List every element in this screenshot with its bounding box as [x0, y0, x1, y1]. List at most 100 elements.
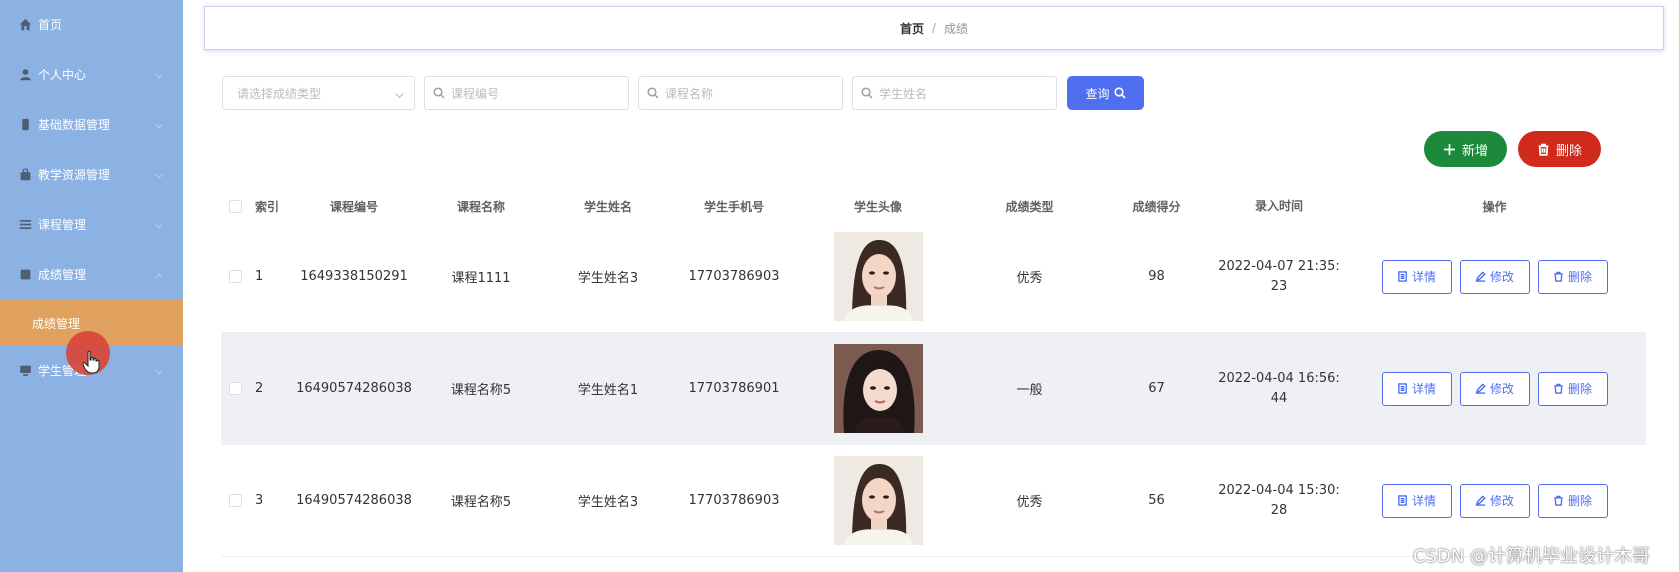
grade-type-select[interactable]: 请选择成绩类型	[222, 76, 415, 110]
document-icon	[1398, 383, 1407, 394]
cell-type: 优秀	[1016, 271, 1043, 286]
table-header: 索引 课程编号 课程名称 学生姓名 学生手机号 学生头像 成绩类型 成绩得分 录…	[221, 191, 1646, 221]
document-icon	[1398, 495, 1407, 506]
cell-phone: 17703786903	[688, 493, 780, 508]
edit-button[interactable]: 修改	[1459, 259, 1530, 294]
document-icon	[1398, 271, 1407, 282]
breadcrumb-current: 成绩	[944, 21, 969, 36]
batch-delete-button[interactable]: 删除	[1518, 131, 1601, 167]
edit-label: 修改	[1489, 494, 1514, 508]
home-icon	[18, 18, 32, 32]
add-label: 新增	[1461, 143, 1488, 159]
edit-button[interactable]: 修改	[1459, 483, 1530, 518]
sidebar-item-course[interactable]: 课程管理	[0, 200, 183, 250]
search-icon	[433, 87, 445, 99]
sidebar-item-profile[interactable]: 个人中心	[0, 50, 183, 100]
cell-time-line2: 23	[1270, 278, 1288, 294]
cell-time: 2022-04-04 16:56: 44	[1215, 369, 1343, 409]
cell-time-line1: 2022-04-04 16:56:	[1218, 370, 1340, 386]
trash-icon	[1554, 495, 1563, 506]
search-icon	[861, 87, 873, 99]
detail-button[interactable]: 详情	[1381, 483, 1452, 518]
cell-time: 2022-04-07 21:35: 23	[1215, 257, 1343, 297]
delete-button[interactable]: 删除	[1537, 371, 1608, 406]
row-actions: 详情 修改 删除	[1343, 483, 1646, 518]
chevron-down-icon	[155, 169, 163, 179]
detail-label: 详情	[1411, 494, 1436, 508]
course-name-placeholder: 课程名称	[665, 86, 714, 101]
breadcrumb-separator: /	[931, 21, 937, 35]
cell-index: 3	[255, 493, 264, 508]
cell-time-line1: 2022-04-04 15:30:	[1218, 482, 1340, 498]
sidebar-item-label: 首页	[38, 18, 63, 32]
cell-type: 优秀	[1016, 495, 1043, 510]
sidebar-item-label: 成绩管理	[38, 268, 87, 282]
add-button[interactable]: 新增	[1424, 131, 1507, 167]
col-header-phone: 学生手机号	[703, 199, 764, 214]
chevron-down-icon	[155, 119, 163, 129]
cell-code: 16490574286038	[296, 381, 412, 396]
table-row: 2 16490574286038 课程名称5 学生姓名1 17703786901…	[221, 333, 1646, 445]
plus-icon	[1444, 143, 1455, 155]
chevron-up-icon	[155, 269, 163, 279]
edit-icon	[1475, 383, 1486, 394]
student-name-input[interactable]: 学生姓名	[852, 76, 1057, 110]
cell-student: 学生姓名3	[577, 271, 639, 286]
student-name-placeholder: 学生姓名	[879, 86, 928, 101]
course-code-input[interactable]: 课程编号	[424, 76, 629, 110]
report-icon	[18, 268, 32, 282]
sidebar-item-home[interactable]: 首页	[0, 0, 183, 50]
chevron-down-icon	[155, 365, 163, 375]
watermark: CSDN @计算机毕业设计木哥	[1413, 546, 1651, 567]
search-icon	[1113, 87, 1126, 99]
sidebar-item-teaching-resources[interactable]: 教学资源管理	[0, 150, 183, 200]
grades-table: 索引 课程编号 课程名称 学生姓名 学生手机号 学生头像 成绩类型 成绩得分 录…	[221, 191, 1646, 557]
row-actions: 详情 修改 删除	[1343, 371, 1646, 406]
edit-label: 修改	[1489, 382, 1514, 396]
row-actions: 详情 修改 删除	[1343, 259, 1646, 294]
delete-label: 删除	[1567, 494, 1592, 508]
col-header-time: 录入时间	[1254, 199, 1303, 213]
edit-button[interactable]: 修改	[1459, 371, 1530, 406]
trash-icon	[1554, 271, 1563, 282]
breadcrumb: 首页 / 成绩	[204, 6, 1664, 50]
sidebar-item-label: 教学资源管理	[38, 168, 111, 182]
cell-score: 56	[1148, 493, 1165, 508]
select-all-checkbox[interactable]	[221, 199, 249, 213]
chevron-down-icon	[155, 69, 163, 79]
cell-student: 学生姓名3	[577, 495, 639, 510]
detail-button[interactable]: 详情	[1381, 371, 1452, 406]
course-code-placeholder: 课程编号	[451, 86, 500, 101]
cell-index: 2	[255, 381, 264, 396]
sidebar-item-grades[interactable]: 成绩管理	[0, 250, 183, 300]
grade-type-placeholder: 请选择成绩类型	[237, 86, 322, 101]
detail-button[interactable]: 详情	[1381, 259, 1452, 294]
cell-avatar	[795, 232, 961, 321]
delete-button[interactable]: 删除	[1537, 259, 1608, 294]
delete-button[interactable]: 删除	[1537, 483, 1608, 518]
row-checkbox[interactable]	[221, 382, 249, 395]
search-icon	[647, 87, 659, 99]
cell-time: 2022-04-04 15:30: 28	[1215, 481, 1343, 521]
list-icon	[18, 218, 32, 232]
sidebar-subitem-label: 成绩管理	[32, 316, 81, 331]
sidebar-item-basic-data[interactable]: 基础数据管理	[0, 100, 183, 150]
table-row: 3 16490574286038 课程名称5 学生姓名3 17703786903…	[221, 445, 1646, 557]
col-header-avatar: 学生头像	[853, 199, 902, 214]
cell-code: 16490574286038	[296, 493, 412, 508]
cell-avatar	[795, 456, 961, 545]
row-checkbox[interactable]	[221, 270, 249, 283]
delete-label: 删除	[1567, 270, 1592, 284]
edit-icon	[1475, 495, 1486, 506]
course-name-input[interactable]: 课程名称	[638, 76, 843, 110]
cell-name: 课程1111	[451, 271, 511, 286]
cell-score: 67	[1148, 381, 1165, 396]
breadcrumb-home[interactable]: 首页	[900, 20, 924, 37]
cell-time-line2: 44	[1270, 390, 1288, 406]
query-button[interactable]: 查询	[1067, 76, 1144, 110]
trash-icon	[1554, 383, 1563, 394]
row-checkbox[interactable]	[221, 494, 249, 507]
sidebar-item-label: 个人中心	[38, 68, 87, 82]
edit-icon	[1475, 271, 1486, 282]
detail-label: 详情	[1411, 270, 1436, 284]
